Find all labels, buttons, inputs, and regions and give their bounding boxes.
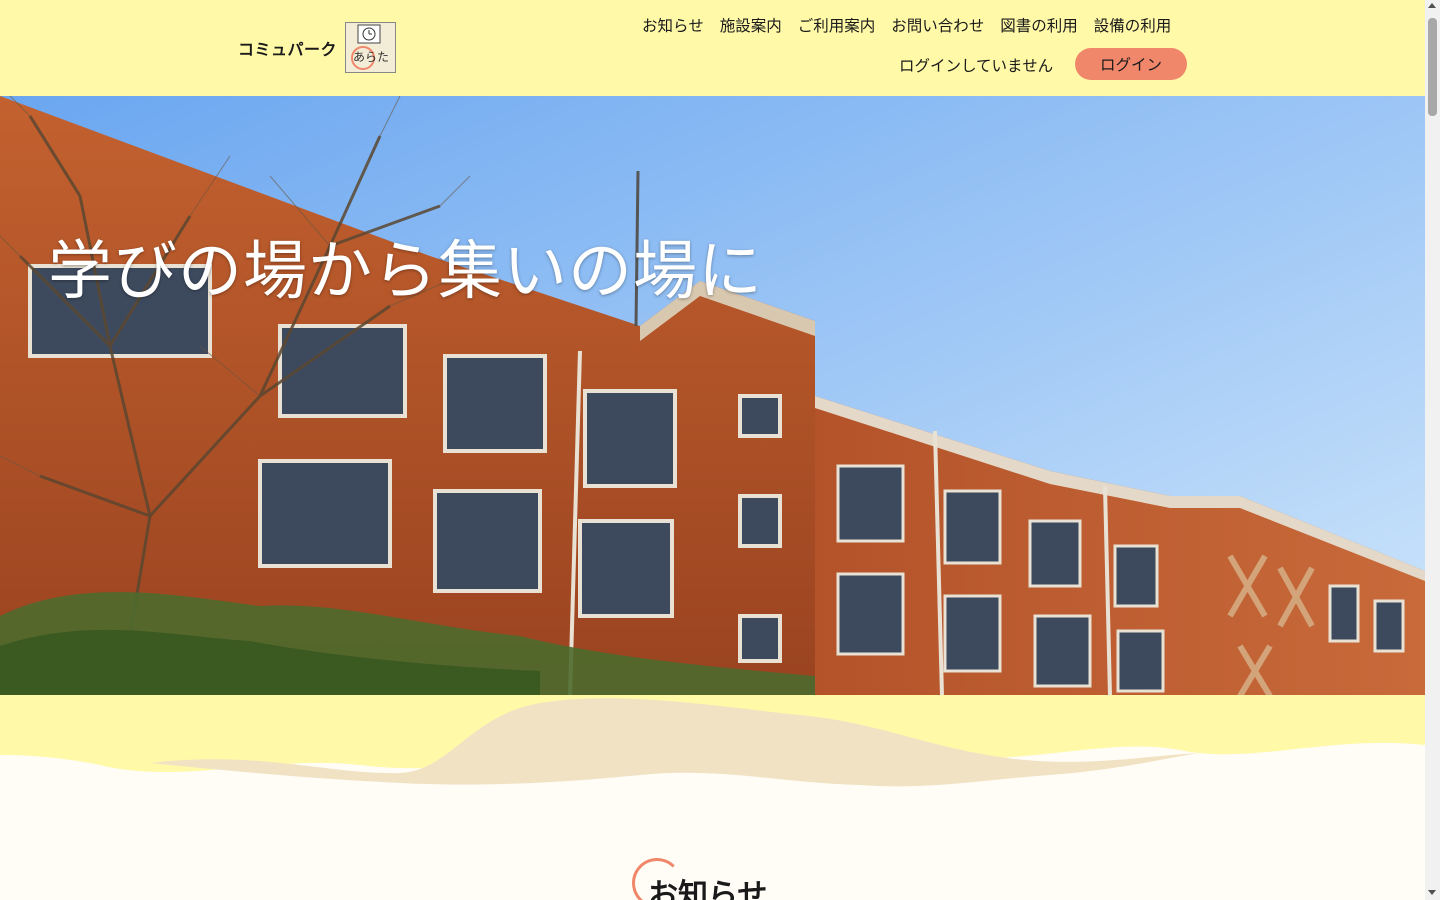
brand-logo-text: あらた bbox=[353, 50, 389, 64]
nav-item-contact[interactable]: お問い合わせ bbox=[891, 14, 984, 36]
login-button[interactable]: ログイン bbox=[1075, 48, 1187, 80]
hero: 学びの場から集いの場に bbox=[0, 96, 1425, 696]
login-status: ログインしていません bbox=[899, 57, 1054, 75]
hero-image bbox=[0, 96, 1425, 696]
hero-title: 学びの場から集いの場に bbox=[48, 235, 763, 309]
brand-name: コミュパーク bbox=[238, 39, 338, 59]
scroll-down-arrow-icon[interactable] bbox=[1428, 890, 1436, 895]
nav-item-library[interactable]: 図書の利用 bbox=[1000, 14, 1078, 36]
brand[interactable]: コミュパーク あらた bbox=[238, 22, 397, 73]
page-scrollbar[interactable] bbox=[1425, 0, 1440, 900]
main-nav: お知らせ 施設案内 ご利用案内 お問い合わせ 図書の利用 設備の利用 bbox=[642, 14, 1171, 36]
nav-item-news[interactable]: お知らせ bbox=[642, 14, 704, 36]
nav-item-equipment[interactable]: 設備の利用 bbox=[1094, 14, 1172, 36]
wave-divider bbox=[0, 695, 1425, 805]
page: コミュパーク あらた お知らせ 施設案内 ご利用案内 お問い合わせ 図書の利用 … bbox=[0, 0, 1425, 900]
nav-item-facilities[interactable]: 施設案内 bbox=[720, 14, 782, 36]
scroll-up-arrow-icon[interactable] bbox=[1428, 3, 1436, 8]
news-section-heading: お知らせ bbox=[632, 858, 812, 900]
brand-logo: あらた bbox=[345, 22, 397, 73]
nav-item-usage-guide[interactable]: ご利用案内 bbox=[798, 14, 876, 36]
news-section-title: お知らせ bbox=[648, 878, 768, 900]
site-header: コミュパーク あらた お知らせ 施設案内 ご利用案内 お問い合わせ 図書の利用 … bbox=[0, 0, 1425, 96]
scroll-thumb[interactable] bbox=[1428, 18, 1437, 116]
